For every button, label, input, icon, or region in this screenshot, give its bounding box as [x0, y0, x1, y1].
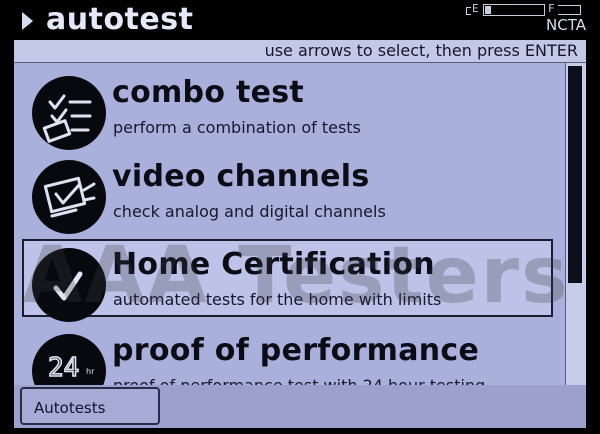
menu-item-subtitle: check analog and digital channels	[113, 202, 386, 221]
menu-item-subtitle: proof of performance test with 24 hour t…	[113, 376, 485, 385]
play-arrow-icon	[22, 12, 33, 30]
menu-item-subtitle: perform a combination of tests	[113, 118, 361, 137]
battery-empty-label: E	[472, 2, 479, 15]
instruction-bar: use arrows to select, then press ENTER	[14, 40, 586, 63]
battery-body	[483, 4, 545, 16]
instruction-text: use arrows to select, then press ENTER	[264, 41, 578, 60]
scroll-thumb[interactable]	[568, 66, 582, 283]
battery-indicator: E F	[466, 2, 584, 16]
hour-unit-text: hr	[86, 367, 95, 376]
meter-screen: autotest E F NCTA use arrows to select, …	[0, 0, 600, 434]
autotests-softkey[interactable]: Autotests	[20, 387, 160, 425]
page-title: autotest	[46, 2, 194, 37]
softkey-label: Autotests	[34, 399, 106, 417]
24-hour-icon: 24 hr	[32, 334, 106, 385]
checkmark-icon	[32, 248, 106, 322]
video-check-icon	[32, 160, 106, 234]
menu-item-home-certification[interactable]: Home Certification automated tests for t…	[14, 235, 565, 322]
menu-item-video-channels[interactable]: video channels check analog and digital …	[14, 147, 565, 234]
menu-item-title: Home Certification	[112, 247, 435, 282]
menu-item-proof-of-performance[interactable]: 24 hr proof of performance proof of perf…	[14, 321, 565, 385]
24-hour-icon-text: 24	[48, 353, 79, 383]
menu-item-subtitle: automated tests for the home with limits	[113, 290, 442, 309]
menu-item-combo-test[interactable]: combo test perform a combination of test…	[14, 63, 565, 150]
title-bar: autotest E F NCTA	[0, 0, 600, 40]
checklist-icon	[32, 76, 106, 150]
menu-item-title: video channels	[112, 159, 370, 194]
battery-fill	[485, 6, 491, 14]
channel-plan-label: NCTA	[546, 16, 586, 34]
softkey-bar: Autotests	[14, 385, 586, 428]
battery-full-label: F	[548, 2, 555, 15]
menu-item-title: combo test	[112, 75, 305, 110]
battery-tip	[558, 5, 581, 15]
menu-item-title: proof of performance	[112, 333, 480, 368]
battery-cap	[466, 7, 471, 15]
menu-scrollbar[interactable]	[565, 63, 586, 385]
autotest-menu-list: combo test perform a combination of test…	[14, 63, 565, 385]
